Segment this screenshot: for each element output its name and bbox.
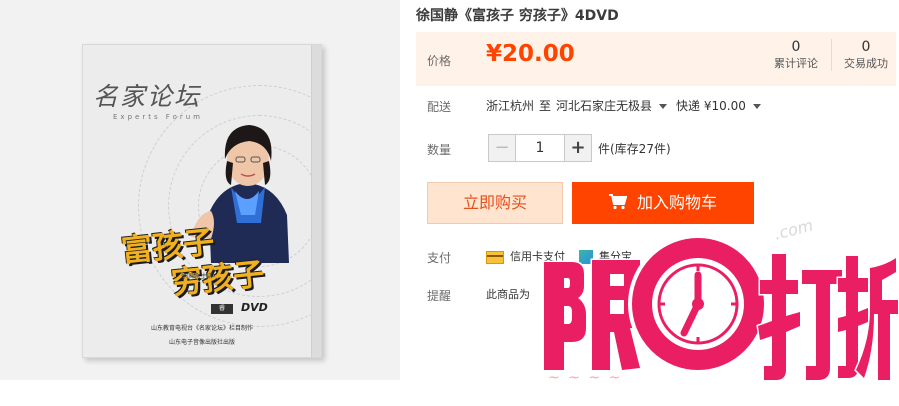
- dvd-speaker-name: 徐国静 主讲: [181, 273, 213, 280]
- product-image-panel[interactable]: 名家论坛 Experts Forum 富孩子 穷孩子 徐国静 主讲 睿 DVD …: [0, 0, 400, 380]
- dvd-spine: [311, 45, 321, 357]
- quantity-label: 数量: [427, 143, 452, 157]
- quantity-input[interactable]: [516, 135, 564, 161]
- sales-count: 0: [861, 39, 871, 55]
- ship-from: 浙江杭州: [486, 99, 535, 113]
- chevron-down-icon[interactable]: [752, 104, 761, 109]
- ship-to-word: 至: [539, 99, 552, 113]
- series-subtitle: Experts Forum: [113, 113, 204, 121]
- review-count: 0: [791, 39, 801, 55]
- chevron-down-icon[interactable]: [659, 104, 668, 109]
- review-count-stat[interactable]: 0 累计评论: [761, 39, 832, 71]
- stock-info: 件(库存27件): [598, 142, 671, 156]
- shipping-row: 浙江杭州至河北石家庄无极县 快递 ¥10.00: [486, 97, 770, 114]
- shipping-label: 配送: [427, 100, 452, 114]
- quantity-increase-button[interactable]: +: [564, 135, 591, 161]
- dvd-credit: 山东教育电视台《名家论坛》栏目制作: [150, 325, 253, 332]
- add-to-cart-button[interactable]: 加入购物车: [572, 182, 754, 224]
- quantity-decrease-button[interactable]: −: [489, 135, 516, 161]
- dvd-cover-image: 名家论坛 Experts Forum 富孩子 穷孩子 徐国静 主讲 睿 DVD …: [82, 44, 322, 358]
- shopping-cart-icon: [608, 193, 627, 209]
- price-label: 价格: [427, 54, 452, 68]
- series-logo: 名家论坛: [93, 82, 202, 111]
- notice-text: 此商品为: [486, 288, 530, 301]
- sales-count-stat: 0 交易成功: [831, 39, 899, 71]
- destination-select[interactable]: 河北石家庄无极县: [556, 99, 652, 113]
- payment-label: 支付: [427, 251, 452, 265]
- sales-count-label: 交易成功: [844, 57, 888, 70]
- dvd-credit: 山东电子音像出版社出版: [168, 339, 235, 346]
- product-title: 徐国静《富孩子 穷孩子》4DVD: [416, 8, 619, 24]
- review-count-label: 累计评论: [774, 57, 818, 70]
- add-to-cart-label: 加入购物车: [636, 193, 717, 212]
- publisher-logo: 睿: [211, 304, 233, 314]
- quantity-stepper: − +: [488, 134, 592, 162]
- buy-now-button[interactable]: 立即购买: [427, 182, 563, 224]
- dvd-format-logo: DVD: [241, 301, 268, 314]
- price-panel: 价格 ¥20.00 0 累计评论 0 交易成功: [416, 32, 896, 86]
- flash-sale-badge: .com ~ ~ ~ ~: [538, 216, 899, 402]
- credit-card-icon: [486, 250, 504, 264]
- shipping-method-select[interactable]: 快递 ¥10.00: [676, 99, 746, 113]
- price-value: ¥20.00: [486, 41, 575, 67]
- notice-label: 提醒: [427, 289, 452, 303]
- decorative-swirl: ~ ~ ~ ~: [548, 370, 623, 386]
